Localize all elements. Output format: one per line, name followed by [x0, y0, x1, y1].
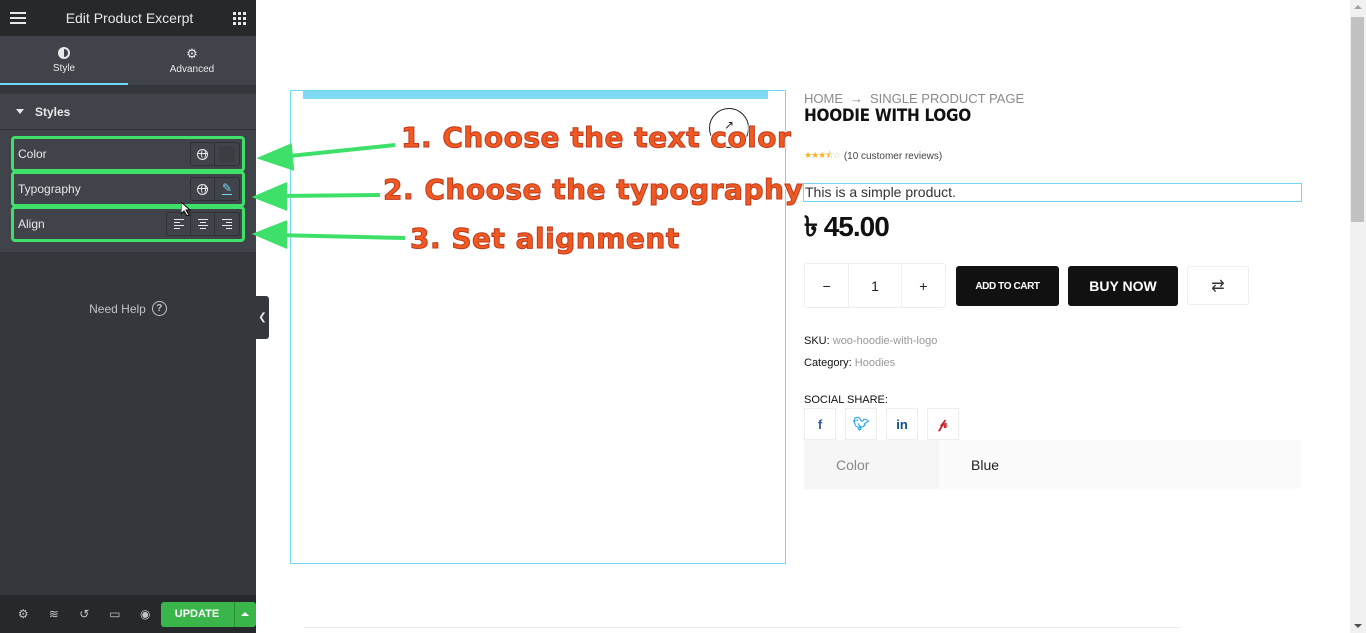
quantity-stepper: − 1 + — [804, 263, 946, 308]
annotation-step-1: 1. Choose the text color — [400, 121, 792, 155]
gear-icon: ⚙ — [186, 45, 198, 61]
need-help-link[interactable]: Need Help ? — [0, 301, 256, 316]
need-help-label: Need Help — [89, 301, 146, 316]
facebook-icon: f — [817, 416, 823, 432]
compare-button[interactable]: ⇄ — [1187, 266, 1249, 305]
product-image-widget[interactable]: ↗ — [290, 90, 786, 564]
twitter-icon: 🐦︎ — [852, 416, 870, 431]
qty-decrease-button[interactable]: − — [805, 264, 848, 307]
collapse-panel-button[interactable]: ❮ — [256, 296, 269, 339]
align-left-icon — [173, 218, 184, 230]
annotation-step-2: 2. Choose the typography — [382, 173, 804, 207]
settings-icon[interactable]: ⚙ — [8, 607, 39, 621]
panel-header: Edit Product Excerpt — [0, 0, 256, 36]
globe-icon — [197, 148, 208, 160]
linkedin-share-button[interactable]: in — [886, 408, 918, 440]
star-rating-icon: ★★★⯪☆ — [804, 150, 841, 160]
pencil-icon: ✎ — [221, 181, 233, 195]
layers-icon[interactable]: ≋ — [39, 607, 70, 621]
breadcrumb: HOME → SINGLE PRODUCT PAGE — [804, 91, 1024, 106]
attribute-value: Blue — [939, 440, 1301, 489]
caret-down-icon — [16, 109, 24, 114]
editor-panel: Edit Product Excerpt Style ⚙ Advanced St… — [0, 0, 256, 633]
section-styles-toggle[interactable]: Styles — [0, 94, 256, 130]
panel-tabs: Style ⚙ Advanced — [0, 36, 256, 85]
panel-footer: ⚙ ≋ ↺ ▭ ◉ UPDATE — [0, 595, 256, 633]
tab-advanced[interactable]: ⚙ Advanced — [128, 36, 256, 85]
breadcrumb-current: SINGLE PRODUCT PAGE — [870, 91, 1025, 106]
align-center-button[interactable] — [191, 213, 215, 235]
update-button[interactable]: UPDATE — [160, 601, 234, 627]
global-colors-button[interactable] — [191, 143, 215, 165]
control-typography: Typography ✎ — [11, 171, 245, 207]
product-sku: SKU: woo-hoodie-with-logo — [804, 335, 937, 347]
pinterest-icon: 𝓅 — [938, 416, 948, 431]
control-color: Color — [11, 136, 245, 172]
control-color-label: Color — [18, 147, 47, 161]
preview-icon[interactable]: ◉ — [130, 607, 161, 621]
sku-label: SKU: — [804, 335, 830, 347]
breadcrumb-home[interactable]: HOME — [804, 91, 843, 106]
align-left-button[interactable] — [167, 213, 191, 235]
annotation-step-3: 3. Set alignment — [410, 222, 680, 256]
tab-advanced-label: Advanced — [169, 63, 215, 75]
contrast-icon — [58, 47, 70, 59]
product-category: Category: Hoodies — [804, 357, 895, 369]
category-label: Category: — [804, 357, 852, 369]
attributes-table: Color Blue — [804, 440, 1301, 489]
sku-value: woo-hoodie-with-logo — [832, 335, 938, 347]
section-title: Styles — [35, 104, 71, 119]
social-share-label: SOCIAL SHARE: — [804, 394, 888, 406]
global-fonts-button[interactable] — [191, 178, 215, 200]
divider — [304, 627, 1180, 628]
product-title: HOODIE WITH LOGO — [804, 106, 971, 126]
scroll-thumb[interactable] — [1351, 17, 1364, 222]
align-right-button[interactable] — [215, 213, 239, 235]
buy-now-button[interactable]: BUY NOW — [1068, 266, 1178, 306]
edit-typography-button[interactable]: ✎ — [215, 178, 239, 200]
caret-up-icon — [241, 612, 249, 616]
history-icon[interactable]: ↺ — [69, 607, 100, 621]
color-picker-button[interactable] — [215, 143, 239, 165]
style-controls: Color Typography ✎ Align — [0, 130, 256, 252]
mouse-cursor-icon — [181, 202, 191, 216]
update-options-button[interactable] — [233, 601, 256, 627]
pinterest-share-button[interactable]: 𝓅 — [927, 408, 959, 440]
page-scrollbar[interactable] — [1350, 0, 1366, 633]
product-price: ৳ 45.00 — [804, 211, 890, 242]
product-rating: ★★★⯪☆ (10 customer reviews) — [804, 148, 942, 164]
panel-title: Edit Product Excerpt — [65, 10, 194, 26]
category-link[interactable]: Hoodies — [855, 357, 895, 369]
globe-icon — [197, 183, 208, 195]
widgets-grid-icon[interactable] — [233, 11, 246, 25]
image-top-bar — [303, 91, 768, 99]
twitter-share-button[interactable]: 🐦︎ — [845, 408, 877, 440]
linkedin-icon: in — [896, 416, 908, 432]
review-count[interactable]: (10 customer reviews) — [844, 151, 942, 162]
qty-increase-button[interactable]: + — [902, 264, 945, 307]
help-icon: ? — [151, 301, 167, 316]
compare-icon: ⇄ — [1211, 277, 1225, 295]
arrow-right-icon: → — [850, 91, 863, 106]
align-center-icon — [197, 218, 208, 230]
tab-style[interactable]: Style — [0, 36, 128, 85]
align-right-icon — [222, 218, 232, 230]
scroll-down-icon[interactable] — [1354, 624, 1362, 628]
responsive-icon[interactable]: ▭ — [100, 607, 131, 621]
scroll-up-icon[interactable] — [1354, 5, 1362, 9]
color-swatch — [219, 146, 235, 162]
social-share: f 🐦︎ in 𝓅 — [804, 408, 959, 440]
product-excerpt[interactable]: This is a simple product. — [803, 183, 1302, 202]
chevron-left-icon: ❮ — [258, 312, 267, 323]
control-align: Align — [11, 206, 245, 242]
add-to-cart-button[interactable]: ADD TO CART — [956, 266, 1059, 306]
qty-input[interactable]: 1 — [848, 264, 902, 307]
preview-canvas: ↗ HOME → SINGLE PRODUCT PAGE HOODIE WITH… — [256, 0, 1350, 633]
menu-icon[interactable] — [10, 12, 26, 24]
tab-style-label: Style — [52, 63, 76, 74]
attribute-key: Color — [804, 440, 939, 489]
control-typography-label: Typography — [18, 182, 81, 196]
control-align-label: Align — [18, 217, 45, 231]
facebook-share-button[interactable]: f — [804, 408, 836, 440]
